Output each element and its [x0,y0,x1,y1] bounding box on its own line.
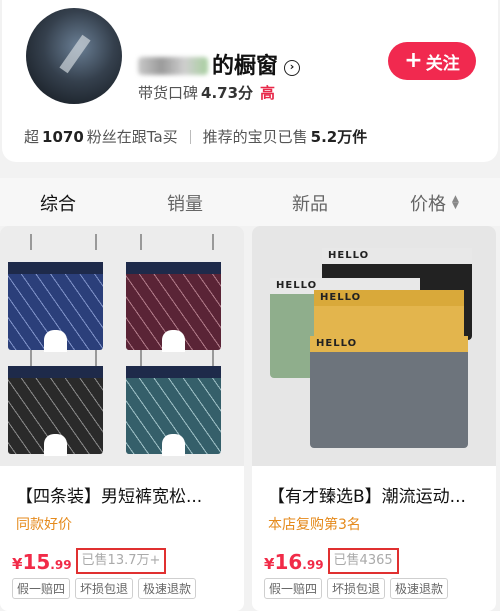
product-title[interactable]: 【有才臻选B】潮流运动... [268,482,488,507]
hanger-clip [140,234,142,250]
product-image[interactable] [0,226,244,466]
product-tag: 同款好价 [16,517,72,533]
product-price: ¥15.99 [12,550,72,574]
badge-damage-return: 坏损包退 [327,578,386,599]
tab-sales[interactable]: 销量 [167,190,203,216]
chevron-right-icon[interactable]: › [284,60,301,76]
service-badges: 假一赔四 坏损包退 极速退款 [12,578,197,599]
shop-stats: 超 1070 粉丝在跟Ta买 推荐的宝贝已售 5.2万件 [24,127,368,147]
hanger-clip [212,350,214,366]
price-row: ¥15.99 已售13.7万+ [12,544,167,574]
badge-fast-refund: 极速退款 [138,578,197,599]
hanger-clip [95,234,97,250]
seller-rating: 带货口碑 4.73分高 [138,84,276,102]
follow-button[interactable]: + 关注 [388,42,476,80]
product-card[interactable]: HELLO HELLO HELLO HELLO 【有才臻选B】潮流运动... 本… [252,226,496,611]
price-row: ¥16.99 已售4365 [264,544,399,574]
hanger-clip [212,234,214,250]
service-badges: 假一赔四 坏损包退 极速退款 [264,578,449,599]
underwear-teal [126,366,221,456]
product-title[interactable]: 【四条装】男短裤宽松... [16,482,236,507]
shop-name[interactable]: 的橱窗 › [138,48,301,80]
sold-count: 已售4365 [327,548,399,574]
sold-count: 已售13.7万+ [75,548,167,574]
hanger-clip [30,234,32,250]
underwear-grey-trunk: HELLO [310,336,468,448]
underwear-maroon [126,262,221,352]
hanger-clip [95,350,97,366]
badge-fake-compensation: 假一赔四 [264,578,323,599]
sort-arrows-icon: ▲ ▼ [452,194,459,211]
product-image[interactable]: HELLO HELLO HELLO HELLO [252,226,496,466]
product-tag: 本店复购第3名 [268,517,361,533]
badge-fast-refund: 极速退款 [390,578,449,599]
blurred-username [138,57,208,75]
hanger-clip [30,350,32,366]
plus-icon: + [404,48,423,73]
hanger-clip [140,350,142,366]
tab-comprehensive[interactable]: 综合 [40,190,76,216]
shop-profile-card: 的橱窗 › 带货口碑 4.73分高 + 关注 超 1070 粉丝在跟Ta买 推荐的宝贝已售… [2,0,498,162]
tab-price[interactable]: 价格 ▲ ▼ [410,190,459,216]
underwear-black [8,366,103,456]
underwear-blue [8,262,103,352]
product-price: ¥16.99 [264,550,324,574]
stats-divider [189,129,191,144]
avatar[interactable] [26,8,122,104]
badge-damage-return: 坏损包退 [75,578,134,599]
badge-fake-compensation: 假一赔四 [12,578,71,599]
sort-tabs: 综合 销量 新品 价格 ▲ ▼ [0,178,500,226]
tab-new[interactable]: 新品 [292,190,328,216]
product-card[interactable]: 【四条装】男短裤宽松... 同款好价 ¥15.99 已售13.7万+ 假一赔四 … [0,226,244,611]
